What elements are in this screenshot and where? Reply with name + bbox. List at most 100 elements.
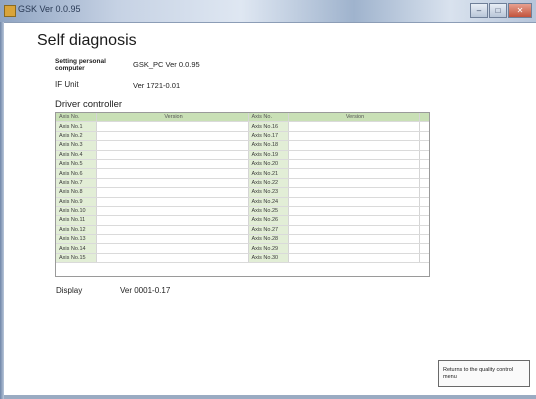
table-row: Axis No.14 Axis No.29 (56, 243, 429, 254)
axis-cell: Axis No.18 (248, 140, 289, 151)
axis-cell: Axis No.2 (56, 131, 97, 142)
minimize-button[interactable]: – (470, 3, 488, 18)
version-cell (96, 121, 249, 132)
display-label: Display (56, 286, 83, 295)
filler-cell (419, 140, 429, 151)
version-cell (288, 159, 420, 170)
version-cell (288, 150, 420, 160)
filler-cell (419, 225, 429, 236)
app-icon (4, 5, 16, 17)
window-frame-left (0, 22, 4, 399)
version-cell (96, 159, 249, 170)
filler-cell (419, 187, 429, 198)
table-row: Axis No.11 Axis No.26 (56, 215, 429, 226)
axis-cell: Axis No.22 (248, 178, 289, 189)
axis-cell: Axis No.5 (56, 159, 97, 170)
table-header-row: Axis No. Version Axis No. Version (56, 113, 429, 123)
axis-cell: Axis No.10 (56, 206, 97, 217)
table-row: Axis No.4 Axis No.19 (56, 150, 429, 160)
axis-cell: Axis No.8 (56, 187, 97, 198)
window-frame-bottom (4, 395, 536, 399)
return-to-quality-control-button[interactable]: Returns to the quality control menu (438, 360, 530, 387)
axis-cell: Axis No.4 (56, 150, 97, 160)
version-cell (96, 225, 249, 236)
axis-cell: Axis No.23 (248, 187, 289, 198)
version-cell (288, 197, 420, 207)
axis-cell: Axis No.13 (56, 234, 97, 245)
axis-cell: Axis No.20 (248, 159, 289, 170)
filler-cell (419, 197, 429, 207)
axis-cell: Axis No.3 (56, 140, 97, 151)
axis-cell: Axis No.25 (248, 206, 289, 217)
version-cell (288, 168, 420, 179)
table-row: Axis No.3 Axis No.18 (56, 140, 429, 151)
version-cell (288, 225, 420, 236)
version-cell (288, 178, 420, 189)
maximize-button[interactable]: □ (489, 3, 507, 18)
window-title: GSK Ver 0.0.95 (18, 4, 81, 14)
close-button[interactable]: ✕ (508, 3, 532, 18)
axis-cell: Axis No.1 (56, 121, 97, 132)
version-cell (288, 121, 420, 132)
table-row: Axis No.2 Axis No.17 (56, 131, 429, 142)
display-value: Ver 0001-0.17 (120, 286, 171, 295)
version-cell (96, 234, 249, 245)
version-cell (288, 243, 420, 254)
version-cell (96, 178, 249, 189)
version-cell (288, 206, 420, 217)
table-row: Axis No.10 Axis No.25 (56, 206, 429, 217)
axis-cell: Axis No.19 (248, 150, 289, 160)
table-row: Axis No.6 Axis No.21 (56, 168, 429, 179)
driver-controller-table: Axis No. Version Axis No. Version Axis N… (55, 112, 430, 277)
version-cell (288, 131, 420, 142)
table-row: Axis No.7 Axis No.22 (56, 178, 429, 189)
version-cell (288, 215, 420, 226)
version-header-left: Version (96, 113, 249, 123)
axis-cell: Axis No.30 (248, 253, 289, 264)
filler-cell (419, 121, 429, 132)
version-cell (96, 206, 249, 217)
axis-cell: Axis No.16 (248, 121, 289, 132)
version-cell (288, 234, 420, 245)
window-controls: – □ ✕ (470, 3, 532, 18)
axis-cell: Axis No.15 (56, 253, 97, 264)
if-unit-value: Ver 1721-0.01 (133, 81, 181, 90)
setting-pc-value: GSK_PC Ver 0.0.95 (133, 60, 200, 69)
axis-cell: Axis No.6 (56, 168, 97, 179)
axis-cell: Axis No.29 (248, 243, 289, 254)
version-cell (96, 150, 249, 160)
filler-cell (419, 253, 429, 264)
table-row: Axis No.12 Axis No.27 (56, 225, 429, 236)
table-row: Axis No.5 Axis No.20 (56, 159, 429, 170)
version-cell (96, 215, 249, 226)
version-cell (96, 187, 249, 198)
axis-header-left: Axis No. (56, 113, 97, 123)
table-row: Axis No.13 Axis No.28 (56, 234, 429, 245)
filler-cell (419, 234, 429, 245)
version-cell (288, 140, 420, 151)
page-title: Self diagnosis (37, 32, 137, 49)
version-cell (288, 187, 420, 198)
filler-cell (419, 243, 429, 254)
version-cell (288, 253, 420, 264)
filler-cell (419, 159, 429, 170)
filler-cell (419, 150, 429, 160)
axis-cell: Axis No.28 (248, 234, 289, 245)
table-row: Axis No.8 Axis No.23 (56, 187, 429, 198)
axis-cell: Axis No.24 (248, 197, 289, 207)
axis-cell: Axis No.27 (248, 225, 289, 236)
filler-cell (419, 215, 429, 226)
table-row: Axis No.1 Axis No.16 (56, 121, 429, 132)
filler-cell (419, 206, 429, 217)
setting-pc-label: Setting personal computer (55, 58, 106, 72)
version-cell (96, 197, 249, 207)
version-cell (96, 131, 249, 142)
table-row: Axis No.15 Axis No.30 (56, 253, 429, 264)
filler-cell (419, 168, 429, 179)
axis-cell: Axis No.17 (248, 131, 289, 142)
table-row: Axis No.9 Axis No.24 (56, 197, 429, 207)
driver-controller-title: Driver controller (55, 99, 123, 110)
filler-cell (419, 178, 429, 189)
axis-cell: Axis No.7 (56, 178, 97, 189)
header-filler (419, 113, 429, 123)
